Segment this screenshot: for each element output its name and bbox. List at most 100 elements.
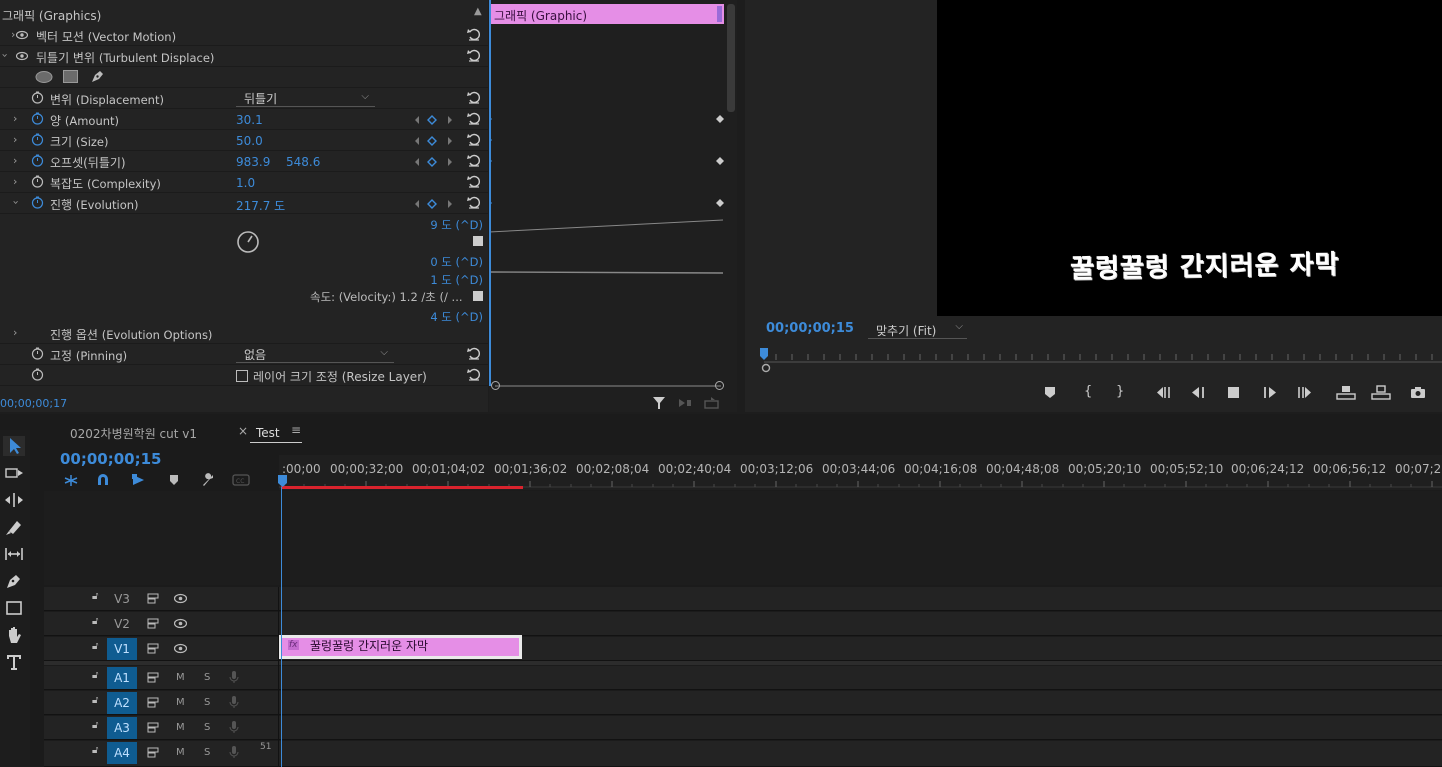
graphic-clip-v1[interactable]: fx 꿀렁꿀렁 간지러운 자막 xyxy=(279,635,522,659)
keyframe-nav-icon[interactable] xyxy=(414,136,454,146)
solo-button[interactable]: S xyxy=(204,697,210,708)
add-marker-icon[interactable] xyxy=(168,474,180,486)
chevron-right-icon[interactable]: › xyxy=(11,28,15,41)
stopwatch-icon[interactable] xyxy=(31,91,44,104)
go-to-in-icon[interactable] xyxy=(1156,386,1172,399)
step-back-icon[interactable] xyxy=(1191,386,1205,399)
evolution-value[interactable]: 217.7 도 xyxy=(236,197,285,214)
reset-icon[interactable] xyxy=(466,132,482,147)
stop-icon[interactable] xyxy=(1228,387,1239,398)
pinning-dropdown[interactable]: 없음 ⌵ xyxy=(236,346,394,363)
reset-icon[interactable] xyxy=(466,48,482,63)
eye-icon[interactable] xyxy=(174,643,187,654)
microphone-icon[interactable] xyxy=(229,670,239,684)
filter-icon[interactable] xyxy=(652,396,666,410)
mute-button[interactable]: M xyxy=(176,672,185,683)
export-frame-camera-icon[interactable] xyxy=(1410,386,1426,399)
lock-icon[interactable]: 🔓︎ xyxy=(92,591,98,602)
tab-menu-icon[interactable]: ≡ xyxy=(291,423,301,437)
stopwatch-icon[interactable] xyxy=(31,196,44,209)
go-to-out-icon[interactable] xyxy=(1296,386,1312,399)
track-select-tool[interactable] xyxy=(3,464,25,484)
reset-icon[interactable] xyxy=(466,174,482,189)
work-area-bar[interactable] xyxy=(281,486,523,489)
graph-handle[interactable] xyxy=(473,236,483,246)
keyframe-nav-icon[interactable] xyxy=(414,115,454,125)
nest-icon[interactable] xyxy=(64,474,78,487)
eye-icon[interactable] xyxy=(16,50,28,62)
chevron-right-icon[interactable]: › xyxy=(13,154,17,167)
size-value[interactable]: 50.0 xyxy=(236,134,263,148)
reset-icon[interactable] xyxy=(466,195,482,210)
lock-icon[interactable]: 🔓︎ xyxy=(92,695,98,706)
sync-lock-icon[interactable] xyxy=(147,618,159,629)
mute-button[interactable]: M xyxy=(176,697,185,708)
razor-tool[interactable] xyxy=(3,517,25,537)
vertical-scrollbar[interactable] xyxy=(727,4,735,112)
stopwatch-icon[interactable] xyxy=(31,175,44,188)
tab-test[interactable]: Test xyxy=(256,426,280,440)
effect-playhead[interactable] xyxy=(489,0,491,386)
chevron-right-icon[interactable]: › xyxy=(13,326,17,339)
track-label-a2[interactable]: A2 xyxy=(107,692,137,714)
rectangle-mask-icon[interactable] xyxy=(63,70,78,83)
tab-sequence-cut-v1[interactable]: 0202차병원학원 cut v1 xyxy=(70,425,197,442)
effect-row-vector-motion[interactable]: › 벡터 모션 (Vector Motion) xyxy=(0,25,488,46)
angle-dial-icon[interactable] xyxy=(236,230,260,254)
track-label-v1[interactable]: V1 xyxy=(107,638,137,660)
snap-magnet-icon[interactable] xyxy=(96,473,110,487)
lock-icon[interactable]: 🔓︎ xyxy=(92,670,98,681)
mark-in-icon[interactable]: { xyxy=(1084,384,1092,399)
reset-icon[interactable] xyxy=(466,153,482,168)
program-scrubber[interactable] xyxy=(756,346,1442,376)
chevron-right-icon[interactable]: › xyxy=(13,112,17,125)
export-icon[interactable] xyxy=(704,396,719,409)
effect-controls-timecode[interactable]: 00;00;00;17 xyxy=(0,397,67,410)
slip-tool[interactable] xyxy=(3,544,25,564)
play-audio-icon[interactable] xyxy=(677,397,693,409)
eye-icon[interactable] xyxy=(174,618,187,629)
add-marker-icon[interactable] xyxy=(1044,386,1056,399)
eye-icon[interactable] xyxy=(16,29,28,41)
stopwatch-icon[interactable] xyxy=(31,133,44,146)
velocity-handle[interactable] xyxy=(473,291,483,301)
stopwatch-icon[interactable] xyxy=(31,368,44,381)
lock-icon[interactable]: 🔓︎ xyxy=(92,720,98,731)
sync-lock-icon[interactable] xyxy=(147,593,159,604)
solo-button[interactable]: S xyxy=(204,747,210,758)
effect-row-turbulent-displace[interactable]: › 뒤틀기 변위 (Turbulent Displace) xyxy=(0,46,488,67)
complexity-value[interactable]: 1.0 xyxy=(236,176,255,190)
sequence-timecode[interactable]: 00;00;00;15 xyxy=(60,450,162,468)
step-forward-icon[interactable] xyxy=(1263,386,1277,399)
track-label-a3[interactable]: A3 xyxy=(107,717,137,739)
lock-icon[interactable]: 🔓︎ xyxy=(92,616,98,627)
rectangle-tool[interactable] xyxy=(3,598,25,618)
selection-tool[interactable] xyxy=(3,436,25,456)
solo-button[interactable]: S xyxy=(204,722,210,733)
offset-x-value[interactable]: 983.9 xyxy=(236,155,270,169)
sync-lock-icon[interactable] xyxy=(147,747,159,758)
close-tab-icon[interactable]: × xyxy=(238,424,248,438)
track-divider[interactable] xyxy=(44,661,1442,665)
linked-selection-icon[interactable] xyxy=(131,473,146,487)
keyframe-nav-icon[interactable] xyxy=(414,157,454,167)
chevron-right-icon[interactable]: › xyxy=(13,133,17,146)
solo-button[interactable]: S xyxy=(204,672,210,683)
hand-tool[interactable] xyxy=(3,625,25,645)
track-label-a4[interactable]: A4 xyxy=(107,742,137,764)
mark-out-icon[interactable]: } xyxy=(1116,384,1124,399)
microphone-icon[interactable] xyxy=(229,695,239,709)
lift-icon[interactable] xyxy=(1336,385,1356,400)
reset-icon[interactable] xyxy=(466,111,482,126)
zoom-bar[interactable] xyxy=(495,385,721,387)
offset-y-value[interactable]: 548.6 xyxy=(286,155,320,169)
graphic-clip-bar[interactable]: 그래픽 (Graphic) xyxy=(490,4,724,24)
type-tool[interactable] xyxy=(3,652,25,672)
reset-icon[interactable] xyxy=(466,90,482,105)
clip-end-handle[interactable] xyxy=(717,6,722,22)
sync-lock-icon[interactable] xyxy=(147,672,159,683)
zoom-handle-right[interactable] xyxy=(715,381,724,390)
reset-icon[interactable] xyxy=(466,367,482,382)
reset-icon[interactable] xyxy=(466,346,482,361)
sync-lock-icon[interactable] xyxy=(147,722,159,733)
